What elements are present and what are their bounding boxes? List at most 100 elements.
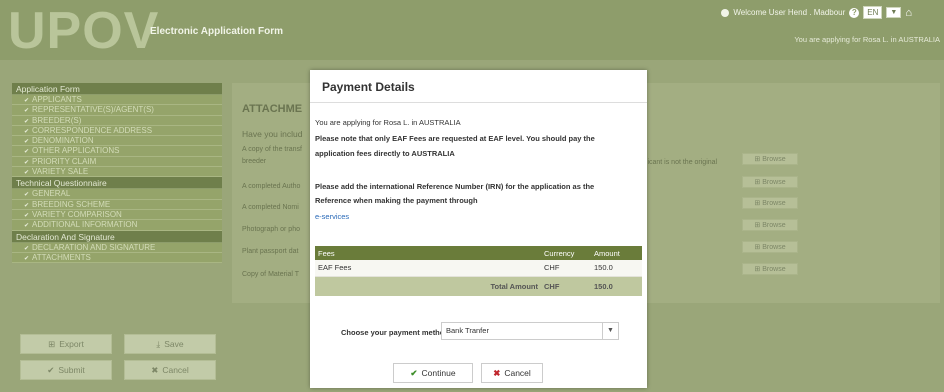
submit-button[interactable]: ✔ Submit <box>20 360 112 380</box>
close-icon: ✖ <box>151 364 159 375</box>
sidebar-item-applicants[interactable]: ✔ APPLICANTS <box>12 95 222 106</box>
payment-method-label: Choose your payment method <box>341 328 449 337</box>
browse-button[interactable]: ⊞ Browse <box>742 153 798 165</box>
attachment-label: Plant passport dat <box>242 248 299 255</box>
check-icon: ✔ <box>24 139 30 146</box>
payment-method-value: Bank Tranfer <box>446 326 489 335</box>
browse-button[interactable]: ⊞ Browse <box>742 197 798 209</box>
total-amount: 150.0 <box>591 276 642 296</box>
sidebar-item-correspondence[interactable]: ✔ CORRESPONDENCE ADDRESS <box>12 125 222 137</box>
home-icon[interactable]: ⌂ <box>905 7 912 19</box>
check-icon: ✔ <box>24 118 30 125</box>
check-icon: ✔ <box>24 223 30 230</box>
upov-logo[interactable]: UPOV <box>8 4 159 58</box>
chevron-down-icon[interactable]: ▼ <box>886 7 902 18</box>
attachment-label: Photograph or pho <box>242 226 300 233</box>
attachment-label: A completed Autho <box>242 183 301 190</box>
check-icon: ✔ <box>24 255 30 262</box>
fees-table: Fees Currency Amount EAF Fees CHF 150.0 … <box>315 246 642 296</box>
irn-note-continued: Reference when making the payment throug… <box>315 196 478 205</box>
section-technical-questionnaire[interactable]: Technical Questionnaire <box>12 177 222 190</box>
table-row: EAF Fees CHF 150.0 <box>315 260 642 277</box>
sidebar-item-attachments[interactable]: ✔ ATTACHMENTS <box>12 252 222 264</box>
check-icon: ✔ <box>24 159 30 166</box>
sidebar-item-breeders[interactable]: ✔ BREEDER(S) <box>12 115 222 126</box>
page-title: ATTACHME <box>242 103 303 115</box>
column-header-amount: Amount <box>591 246 642 260</box>
browse-button[interactable]: ⊞ Browse <box>742 219 798 231</box>
column-header-currency: Currency <box>541 246 591 260</box>
app-title: Electronic Application Form <box>150 26 283 37</box>
section-declaration[interactable]: Declaration And Signature <box>12 230 222 243</box>
browse-icon: ⊞ <box>754 266 761 273</box>
help-icon[interactable]: ? <box>849 7 860 18</box>
fees-note: Please note that only EAF Fees are reque… <box>315 134 595 143</box>
check-icon: ✔ <box>24 128 30 135</box>
check-icon: ✔ <box>24 108 30 115</box>
total-label: Total Amount <box>315 276 541 296</box>
attachment-note: plicant is not the original <box>642 159 718 166</box>
fee-amount: 150.0 <box>591 260 642 277</box>
sidebar-item-variety-comparison[interactable]: ✔ VARIETY COMPARISON <box>12 209 222 221</box>
cancel-button[interactable]: ✖ Cancel <box>481 363 543 383</box>
language-select[interactable]: EN <box>863 6 883 19</box>
check-icon: ✔ <box>24 98 30 104</box>
attachment-label: A completed Nomi <box>242 204 299 211</box>
check-icon: ✔ <box>47 364 55 375</box>
browse-icon: ⊞ <box>754 244 761 251</box>
attachment-label: Copy of Material T <box>242 271 300 278</box>
check-icon: ✔ <box>410 367 418 378</box>
welcome-text: Welcome User Hend . Madbour <box>733 8 846 17</box>
total-currency: CHF <box>541 276 591 296</box>
sidebar-item-denomination[interactable]: ✔ DENOMINATION <box>12 136 222 147</box>
attachment-label: A copy of the transf <box>242 146 302 153</box>
export-button[interactable]: ⊞ Export <box>20 334 112 354</box>
save-icon: ⤓ <box>156 338 161 349</box>
e-services-link[interactable]: e-services <box>315 212 349 221</box>
sidebar-item-breeding-scheme[interactable]: ✔ BREEDING SCHEME <box>12 199 222 210</box>
export-icon: ⊞ <box>48 338 56 349</box>
modal-title: Payment Details <box>322 80 415 94</box>
browse-button[interactable]: ⊞ Browse <box>742 176 798 188</box>
check-icon: ✔ <box>24 149 30 156</box>
payment-details-modal: Payment Details You are applying for Ros… <box>310 70 647 388</box>
sidebar-item-priority-claim[interactable]: ✔ PRIORITY CLAIM <box>12 156 222 168</box>
check-icon: ✔ <box>24 202 30 209</box>
sidebar-item-additional-information[interactable]: ✔ ADDITIONAL INFORMATION <box>12 220 222 231</box>
browse-icon: ⊞ <box>754 222 761 229</box>
payment-method-select[interactable]: Bank Tranfer ▼ <box>441 322 619 340</box>
browse-button[interactable]: ⊞ Browse <box>742 263 798 275</box>
applying-text: You are applying for Rosa L. in AUSTRALI… <box>315 118 461 127</box>
check-icon: ✔ <box>24 192 30 199</box>
sidebar-item-general[interactable]: ✔ GENERAL <box>12 189 222 200</box>
sidebar-cancel-button[interactable]: ✖ Cancel <box>124 360 216 380</box>
section-application-form[interactable]: Application Form <box>12 83 222 95</box>
continue-button[interactable]: ✔ Continue <box>393 363 473 383</box>
fee-currency: CHF <box>541 260 591 277</box>
attachment-label: breeder <box>242 158 267 165</box>
check-icon: ✔ <box>24 212 30 219</box>
attachments-question: Have you includ <box>242 129 303 139</box>
browse-icon: ⊞ <box>754 179 761 186</box>
check-icon: ✔ <box>24 245 30 252</box>
total-row: Total Amount CHF 150.0 <box>315 276 642 296</box>
check-icon: ✔ <box>24 170 30 177</box>
irn-note: Please add the international Reference N… <box>315 182 595 191</box>
column-header-fees: Fees <box>315 246 541 260</box>
sidebar-item-other-applications[interactable]: ✔ OTHER APPLICATIONS <box>12 146 222 157</box>
sidebar-actions-top: ⊞ Export ⤓ Save <box>20 334 216 354</box>
divider <box>310 102 647 103</box>
app-header: UPOV Electronic Application Form Welcome… <box>0 0 944 60</box>
user-icon <box>721 8 730 17</box>
sidebar-item-representatives[interactable]: ✔ REPRESENTATIVE(S)/AGENT(S) <box>12 105 222 116</box>
user-bar: Welcome User Hend . Madbour ? EN ▼ ⌂ <box>721 6 912 19</box>
sidebar-actions-bottom: ✔ Submit ✖ Cancel <box>20 360 216 380</box>
sidebar-item-variety-sale[interactable]: ✔ VARIETY SALE <box>12 167 222 178</box>
browse-icon: ⊞ <box>754 156 761 163</box>
browse-icon: ⊞ <box>754 200 761 207</box>
save-button[interactable]: ⤓ Save <box>124 334 216 354</box>
sidebar: Application Form ✔ APPLICANTS ✔ REPRESENTA… <box>12 83 222 264</box>
browse-button[interactable]: ⊞ Browse <box>742 241 798 253</box>
sidebar-item-declaration[interactable]: ✔ DECLARATION AND SIGNATURE <box>12 242 222 253</box>
chevron-down-icon[interactable]: ▼ <box>602 323 618 339</box>
